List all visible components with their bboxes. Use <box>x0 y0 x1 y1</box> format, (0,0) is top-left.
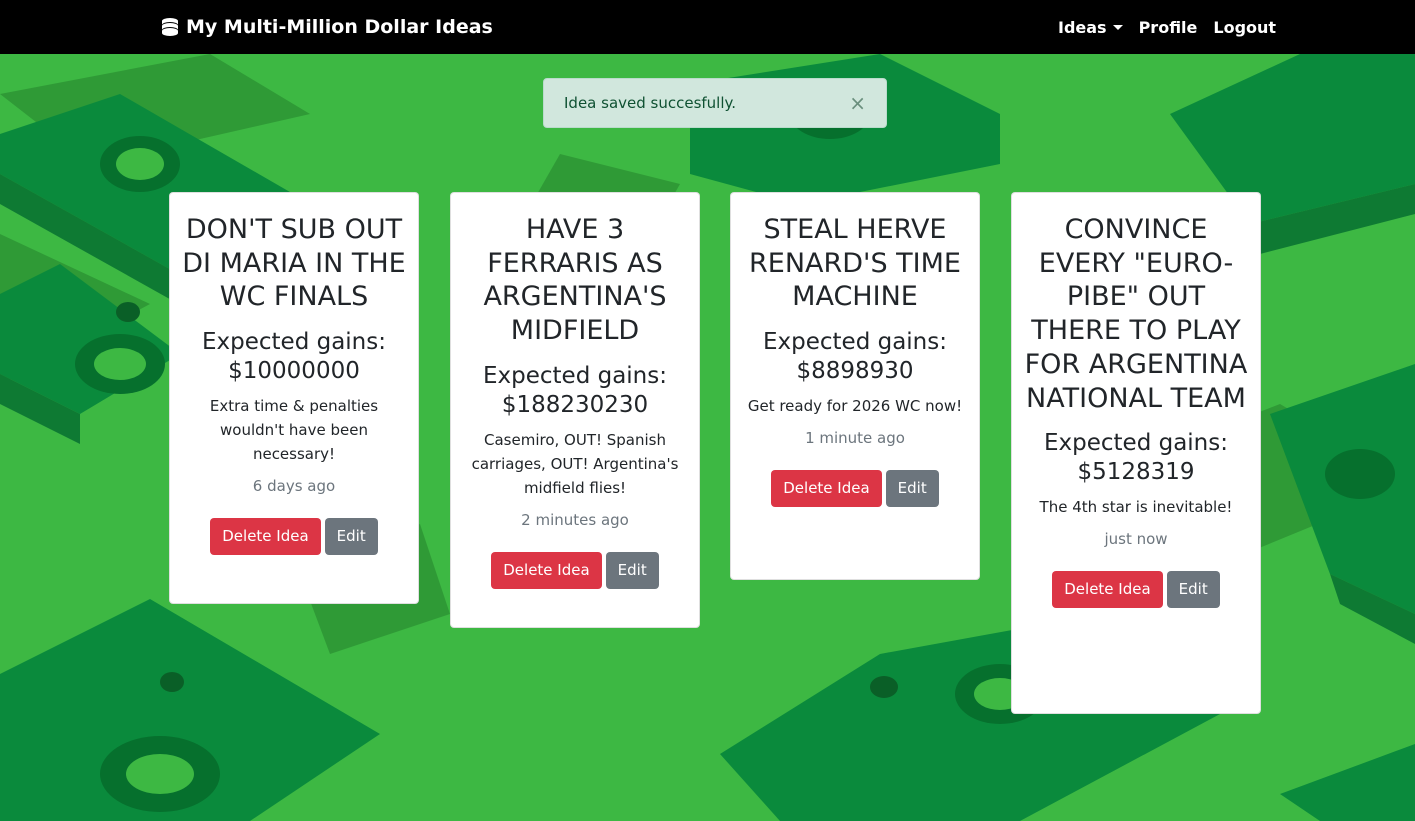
idea-timestamp: 1 minute ago <box>805 429 905 448</box>
gains-value: $5128319 <box>1077 459 1195 486</box>
ideas-dropdown-label: Ideas <box>1058 17 1107 37</box>
delete-idea-button[interactable]: Delete Idea <box>771 470 882 508</box>
profile-link[interactable]: Profile <box>1139 18 1198 37</box>
idea-title: CONVINCE EVERY "EURO-PIBE" OUT THERE TO … <box>1024 214 1248 414</box>
idea-title: STEAL HERVE RENARD'S TIME MACHINE <box>749 214 961 313</box>
idea-card: DON'T SUB OUT DI MARIA IN THE WC FINALS … <box>169 192 419 604</box>
idea-timestamp: 6 days ago <box>252 477 336 496</box>
idea-card: CONVINCE EVERY "EURO-PIBE" OUT THERE TO … <box>1011 192 1261 714</box>
caret-down-icon <box>1112 24 1123 30</box>
success-alert: Idea saved succesfully. × <box>543 78 887 128</box>
expected-gains: Expected gains: $10000000 <box>182 328 406 386</box>
edit-idea-button[interactable]: Edit <box>324 518 378 556</box>
idea-actions: Delete Idea Edit <box>182 518 406 556</box>
gains-label: Expected gains: <box>482 362 667 389</box>
delete-idea-button[interactable]: Delete Idea <box>210 518 321 556</box>
delete-idea-button[interactable]: Delete Idea <box>1052 571 1163 609</box>
idea-description: Extra time & penalties wouldn't have bee… <box>209 397 379 464</box>
alert-message: Idea saved succesfully. <box>564 94 737 112</box>
coins-icon <box>160 17 180 37</box>
gains-value: $8898930 <box>796 358 914 385</box>
close-icon[interactable]: × <box>849 92 866 114</box>
idea-description: Casemiro, OUT! Spanish carriages, OUT! A… <box>471 430 679 497</box>
gains-label: Expected gains: <box>762 329 947 356</box>
delete-idea-button[interactable]: Delete Idea <box>491 551 602 589</box>
expected-gains: Expected gains: $5128319 <box>1024 429 1248 487</box>
expected-gains: Expected gains: $188230230 <box>463 362 687 420</box>
idea-description: Get ready for 2026 WC now! <box>747 397 963 416</box>
brand-title: My Multi-Million Dollar Ideas <box>186 16 493 38</box>
edit-idea-button[interactable]: Edit <box>605 551 659 589</box>
idea-actions: Delete Idea Edit <box>463 551 687 589</box>
idea-timestamp: 2 minutes ago <box>521 510 629 529</box>
edit-idea-button[interactable]: Edit <box>1166 571 1220 609</box>
logout-link[interactable]: Logout <box>1213 18 1276 37</box>
navbar: My Multi-Million Dollar Ideas Ideas Prof… <box>0 0 1415 54</box>
idea-actions: Delete Idea Edit <box>1024 571 1248 609</box>
ideas-dropdown[interactable]: Ideas <box>1058 18 1123 37</box>
edit-idea-button[interactable]: Edit <box>885 470 939 508</box>
idea-description: The 4th star is inevitable! <box>1039 498 1233 517</box>
gains-label: Expected gains: <box>1043 430 1228 457</box>
idea-card: HAVE 3 FERRARIS AS ARGENTINA'S MIDFIELD … <box>450 192 700 628</box>
gains-label: Expected gains: <box>201 329 386 356</box>
idea-title: HAVE 3 FERRARIS AS ARGENTINA'S MIDFIELD <box>483 214 667 347</box>
idea-timestamp: just now <box>1104 530 1168 549</box>
gains-value: $188230230 <box>501 391 649 418</box>
gains-value: $10000000 <box>228 358 360 385</box>
idea-card: STEAL HERVE RENARD'S TIME MACHINE Expect… <box>730 192 980 580</box>
expected-gains: Expected gains: $8898930 <box>743 328 967 386</box>
nav-links: Ideas Profile Logout <box>1058 0 1276 54</box>
idea-title: DON'T SUB OUT DI MARIA IN THE WC FINALS <box>182 214 406 313</box>
brand-link[interactable]: My Multi-Million Dollar Ideas <box>160 0 493 54</box>
idea-actions: Delete Idea Edit <box>743 470 967 508</box>
